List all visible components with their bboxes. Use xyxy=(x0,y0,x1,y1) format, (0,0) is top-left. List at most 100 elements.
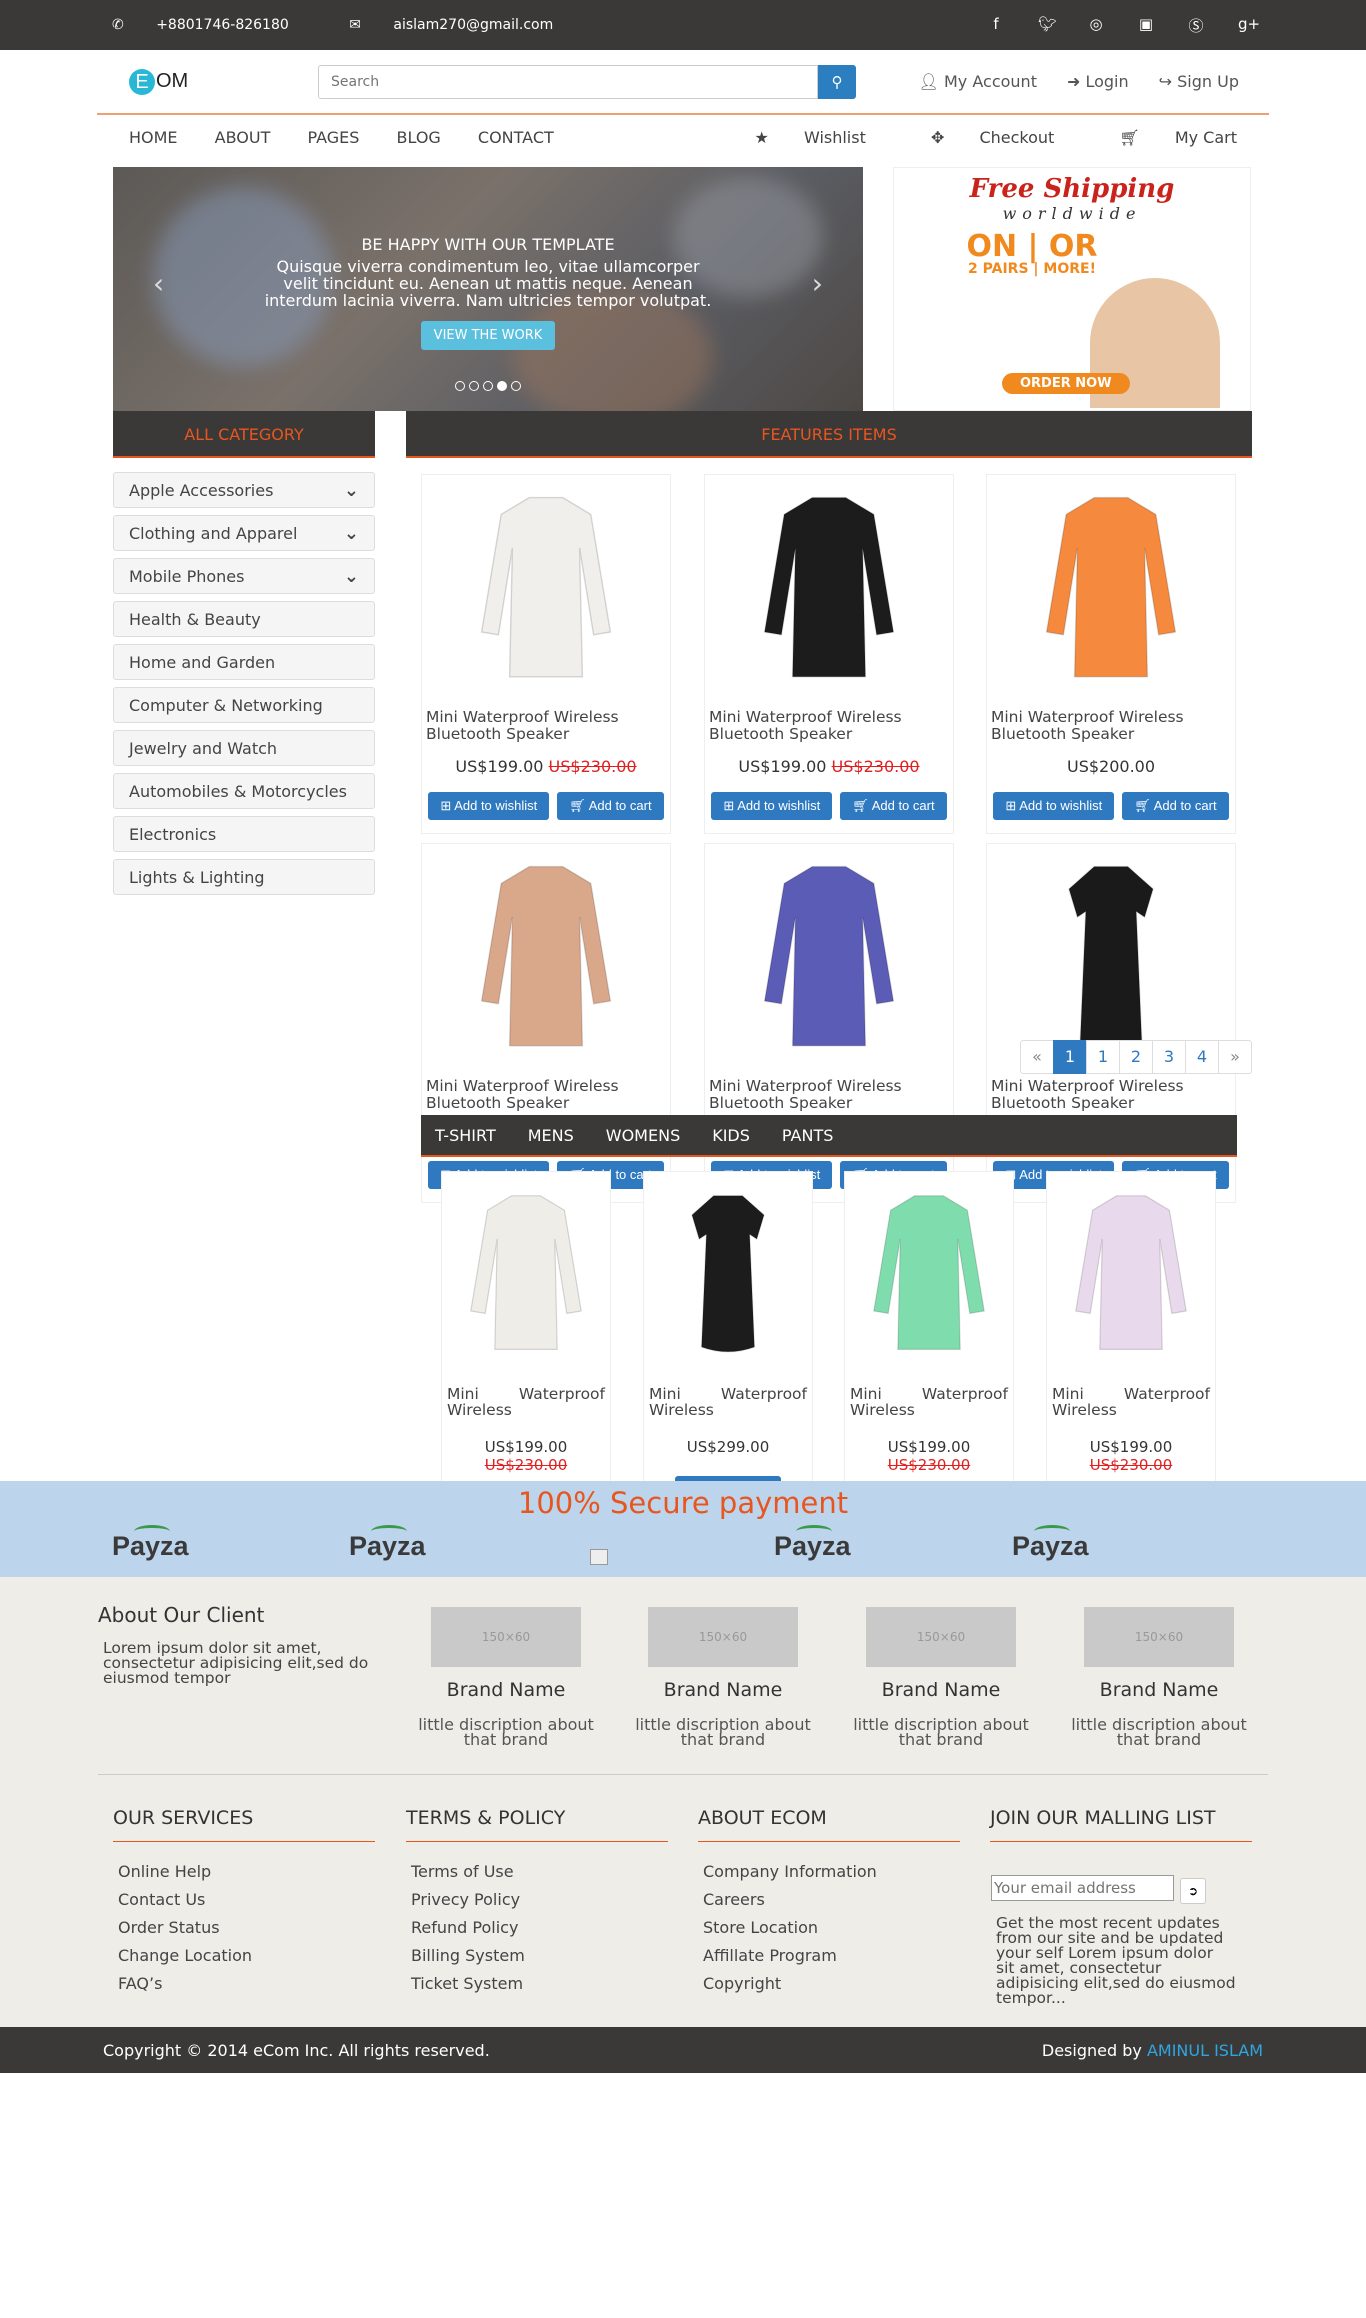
add-to-cart-button[interactable]: 🛒︎ Add to cart xyxy=(1122,792,1229,820)
product-image[interactable] xyxy=(476,485,616,695)
pagination-page[interactable]: 2 xyxy=(1119,1040,1153,1074)
product-image-wrap[interactable] xyxy=(422,844,670,1074)
footer-link[interactable]: FAQ’s xyxy=(118,1970,375,1998)
add-to-wishlist-button[interactable]: ⊞ Add to wishlist xyxy=(993,792,1115,820)
product-image-wrap[interactable] xyxy=(705,844,953,1074)
add-to-wishlist-button[interactable]: ⊞ Add to wishlist xyxy=(711,792,833,820)
tab-mens[interactable]: MENS xyxy=(528,1126,574,1145)
product-image[interactable] xyxy=(759,485,899,695)
product-name[interactable]: Mini Waterproof Wireless Bluetooth Speak… xyxy=(987,1078,1235,1112)
subscribe-button[interactable]: ➲ xyxy=(1180,1878,1206,1904)
footer-link[interactable]: Privecy Policy xyxy=(411,1886,668,1914)
footer-link[interactable]: Online Help xyxy=(118,1858,375,1886)
tab-t-shirt[interactable]: T-SHIRT xyxy=(435,1126,496,1145)
product-image[interactable] xyxy=(1041,854,1181,1064)
email-address[interactable]: aislam270@gmail.com xyxy=(393,17,553,33)
product-name[interactable]: Mini Waterproof Wireless Bluetooth Speak… xyxy=(422,1078,670,1112)
product-name-line2[interactable]: Wireless xyxy=(644,1402,812,1418)
tab-pants[interactable]: PANTS xyxy=(782,1126,833,1145)
youtube-icon[interactable]: ▣ xyxy=(1138,15,1154,36)
footer-link[interactable]: Copyright xyxy=(703,1970,960,1998)
search-button[interactable]: ⚲ xyxy=(818,65,856,99)
chevron-down-icon[interactable]: ⌄ xyxy=(344,566,359,587)
footer-link[interactable]: Contact Us xyxy=(118,1886,375,1914)
category-item[interactable]: Apple Accessories ⌄ xyxy=(113,472,375,508)
skype-icon[interactable]: Ⓢ xyxy=(1188,15,1204,36)
product-name-line1[interactable]: Mini Waterproof xyxy=(442,1386,610,1402)
category-item[interactable]: Electronics xyxy=(113,816,375,852)
footer-link[interactable]: Terms of Use xyxy=(411,1858,668,1886)
category-item[interactable]: Automobiles & Motorcycles xyxy=(113,773,375,809)
product-name[interactable]: Mini Waterproof Wireless Bluetooth Speak… xyxy=(422,709,670,743)
product-image-wrap[interactable] xyxy=(705,475,953,705)
footer-link[interactable]: Affillate Program xyxy=(703,1942,960,1970)
twitter-icon[interactable]: 🐦︎ xyxy=(1038,15,1057,36)
signup-link[interactable]: ↪ Sign Up xyxy=(1159,72,1239,91)
my-account-link[interactable]: 👤︎ My Account xyxy=(919,72,1037,91)
category-item[interactable]: Mobile Phones ⌄ xyxy=(113,558,375,594)
pagination-page[interactable]: 4 xyxy=(1185,1040,1219,1074)
product-name-line1[interactable]: Mini Waterproof xyxy=(1047,1386,1215,1402)
product-name-line1[interactable]: Mini Waterproof xyxy=(644,1386,812,1402)
product-image[interactable] xyxy=(476,854,616,1064)
category-item[interactable]: Computer & Networking xyxy=(113,687,375,723)
product-image-wrap[interactable] xyxy=(422,475,670,705)
nav-item-pages[interactable]: PAGES xyxy=(307,128,359,147)
designer-link[interactable]: AMINUL ISLAM xyxy=(1147,2041,1263,2060)
footer-link[interactable]: Billing System xyxy=(411,1942,668,1970)
product-image[interactable] xyxy=(869,1180,989,1370)
product-image[interactable] xyxy=(759,854,899,1064)
tab-kids[interactable]: KIDS xyxy=(712,1126,750,1145)
product-image-wrap[interactable] xyxy=(442,1172,610,1377)
product-image[interactable] xyxy=(466,1180,586,1370)
nav-item-about[interactable]: ABOUT xyxy=(215,128,271,147)
category-item[interactable]: Home and Garden xyxy=(113,644,375,680)
pagination-next[interactable]: » xyxy=(1218,1040,1252,1074)
chevron-down-icon[interactable]: ⌄ xyxy=(344,480,359,501)
product-image[interactable] xyxy=(1071,1180,1191,1370)
login-link[interactable]: ➜ Login xyxy=(1067,72,1129,91)
product-name[interactable]: Mini Waterproof Wireless Bluetooth Speak… xyxy=(705,709,953,743)
add-to-cart-button[interactable]: 🛒︎ Add to cart xyxy=(557,792,664,820)
checkout-link[interactable]: ✥ Checkout xyxy=(901,128,1054,147)
product-name-line1[interactable]: Mini Waterproof xyxy=(845,1386,1013,1402)
nav-item-home[interactable]: HOME xyxy=(129,128,178,147)
logo[interactable]: ECOM xyxy=(129,68,188,95)
email-contact[interactable]: ✉ aislam270@gmail.com xyxy=(349,17,581,33)
nav-item-contact[interactable]: CONTACT xyxy=(478,128,554,147)
email-input[interactable] xyxy=(991,1875,1174,1901)
product-name[interactable]: Mini Waterproof Wireless Bluetooth Speak… xyxy=(987,709,1235,743)
pagination-page[interactable]: 1 xyxy=(1086,1040,1120,1074)
product-image[interactable] xyxy=(668,1180,788,1370)
add-to-cart-button[interactable]: 🛒︎ Add to cart xyxy=(840,792,947,820)
category-item[interactable]: Lights & Lighting xyxy=(113,859,375,895)
pagination-page[interactable]: 1 xyxy=(1053,1040,1087,1074)
google-plus-icon[interactable]: g+ xyxy=(1238,15,1260,36)
cart-link[interactable]: 🛒︎ My Cart xyxy=(1089,128,1237,147)
product-image-wrap[interactable] xyxy=(987,475,1235,705)
add-to-wishlist-button[interactable]: ⊞ Add to wishlist xyxy=(428,792,550,820)
wishlist-link[interactable]: ★ Wishlist xyxy=(725,128,866,147)
product-image-wrap[interactable] xyxy=(644,1172,812,1377)
footer-link[interactable]: Order Status xyxy=(118,1914,375,1942)
tab-womens[interactable]: WOMENS xyxy=(606,1126,680,1145)
footer-link[interactable]: Ticket System xyxy=(411,1970,668,1998)
product-name-line2[interactable]: Wireless xyxy=(845,1402,1013,1418)
footer-link[interactable]: Company Information xyxy=(703,1858,960,1886)
product-image-wrap[interactable] xyxy=(1047,1172,1215,1377)
footer-link[interactable]: Refund Policy xyxy=(411,1914,668,1942)
category-item[interactable]: Jewelry and Watch xyxy=(113,730,375,766)
search-input[interactable] xyxy=(318,65,818,99)
facebook-icon[interactable]: f xyxy=(988,15,1004,36)
product-image-wrap[interactable] xyxy=(845,1172,1013,1377)
footer-link[interactable]: Change Location xyxy=(118,1942,375,1970)
category-item[interactable]: Health & Beauty xyxy=(113,601,375,637)
product-image[interactable] xyxy=(1041,485,1181,695)
nav-item-blog[interactable]: BLOG xyxy=(397,128,441,147)
product-name-line2[interactable]: Wireless xyxy=(442,1402,610,1418)
product-name-line2[interactable]: Wireless xyxy=(1047,1402,1215,1418)
category-item[interactable]: Clothing and Apparel ⌄ xyxy=(113,515,375,551)
chevron-down-icon[interactable]: ⌄ xyxy=(344,523,359,544)
pagination-page[interactable]: 3 xyxy=(1152,1040,1186,1074)
product-name[interactable]: Mini Waterproof Wireless Bluetooth Speak… xyxy=(705,1078,953,1112)
